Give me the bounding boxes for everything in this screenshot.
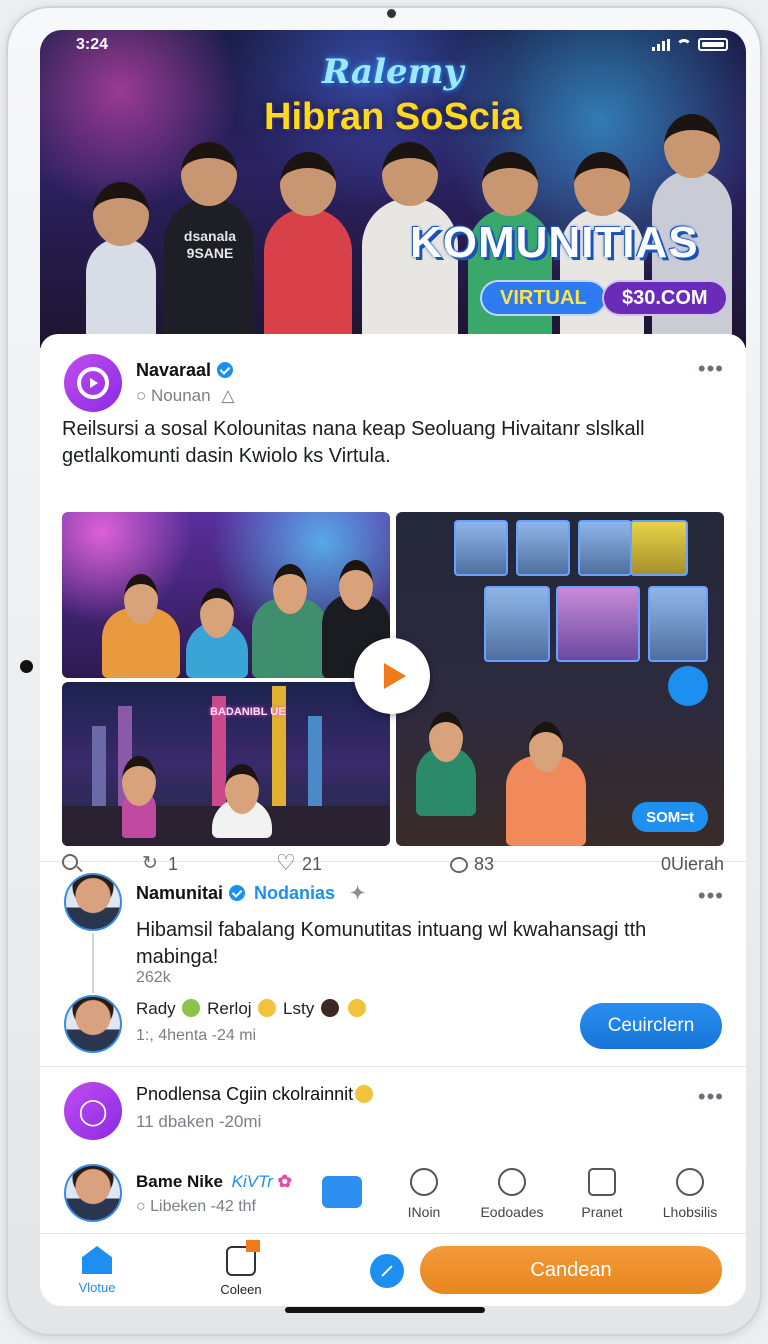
post-author[interactable]: Navaraal — [136, 360, 234, 381]
reaction-name: Lsty — [283, 999, 315, 1018]
edit-icon[interactable] — [370, 1254, 404, 1288]
emoji-icon — [355, 1085, 374, 1103]
post-author-name: Navaraal — [136, 360, 212, 380]
virtual-pill[interactable]: VIRTUAL — [480, 280, 607, 316]
reaction-names[interactable]: Rady Rerloj Lsty — [136, 999, 368, 1019]
flower-icon: ✿ — [277, 1172, 292, 1191]
post-author[interactable]: Namunitai Nodanias ✦ — [136, 883, 365, 904]
person-icon — [498, 1168, 526, 1196]
home-icon — [82, 1246, 112, 1274]
more-options-icon[interactable]: ••• — [698, 883, 724, 909]
tab-home[interactable]: Vlotue — [72, 1246, 122, 1295]
post-title[interactable]: Pnodlensa Cgiin ckolrainnit — [136, 1084, 375, 1105]
profile-meta: ○ Libeken -42 thf — [136, 1198, 256, 1215]
media-grid[interactable]: BADANIBL UE SOM=t — [62, 512, 724, 846]
quick-item-people[interactable]: Eodoades — [472, 1168, 552, 1220]
bell-icon: △ — [221, 386, 235, 405]
verified-icon — [217, 362, 234, 378]
status-icons — [652, 38, 728, 51]
emoji-icon — [320, 999, 339, 1017]
side-sensor — [20, 660, 33, 673]
author-avatar[interactable] — [64, 873, 122, 931]
front-camera — [387, 9, 396, 18]
reply-avatar[interactable] — [64, 995, 122, 1053]
quick-item-join[interactable]: INoin — [384, 1168, 464, 1220]
follow-button[interactable]: Ceuirclern — [580, 1003, 722, 1049]
status-time: 3:24 — [76, 36, 109, 53]
media-tile-city[interactable]: BADANIBL UE — [62, 682, 390, 846]
post-count: 262k — [136, 969, 171, 986]
reaction-name: Rady — [136, 999, 176, 1018]
app-screen: 3:24 Ralemy Hibran SoScia dsanala 9SANE — [40, 30, 746, 1306]
city-sign: BADANIBL UE — [210, 706, 286, 718]
post-author-name: Namunitai — [136, 883, 224, 903]
signal-icon — [652, 38, 670, 51]
play-circle-icon — [77, 367, 109, 399]
profile-name[interactable]: Bame Nike KiVTr ✿ — [136, 1172, 292, 1192]
author-avatar[interactable]: ◯ — [64, 1082, 122, 1140]
hero-title: Hibran SoScia — [264, 96, 522, 138]
profile-avatar[interactable] — [64, 1164, 122, 1222]
emoji-icon — [258, 999, 277, 1017]
post-handle: ○ Nounan △ — [136, 386, 234, 406]
hero-brand: Ralemy — [322, 52, 464, 92]
post-body: Reilsursi a sosal Kolounitas nana keap S… — [62, 418, 645, 467]
quick-item-hobbies[interactable]: Lhobsilis — [650, 1168, 730, 1220]
hero-banner[interactable]: 3:24 Ralemy Hibran SoScia dsanala 9SANE — [40, 30, 746, 348]
user-icon: ◯ — [78, 1095, 108, 1126]
cta-button[interactable]: Candean — [420, 1246, 722, 1294]
price-pill[interactable]: $30.COM — [602, 280, 728, 316]
media-tile-party[interactable] — [62, 512, 390, 678]
clock-icon: ○ — [136, 1198, 146, 1215]
hero-headline: KOMUNITIAS — [410, 218, 699, 267]
chat-icon[interactable] — [322, 1176, 362, 1208]
post-handle-text: Nounan — [151, 386, 211, 405]
profile-icon — [676, 1168, 704, 1196]
post-meta: 11 dbaken -20mi — [136, 1112, 262, 1131]
wifi-icon — [676, 38, 692, 51]
quick-item-planet[interactable]: Pranet — [562, 1168, 642, 1220]
battery-icon — [698, 38, 728, 51]
gallery-icon — [588, 1168, 616, 1196]
bottom-tab-bar: Vlotue Coleen Candean — [40, 1234, 746, 1306]
media-tile-stream[interactable]: SOM=t — [396, 512, 724, 846]
globe-icon: ○ — [136, 386, 147, 405]
hero-person — [86, 182, 156, 348]
chat-bubble-icon[interactable] — [668, 666, 708, 706]
post-tag: Nodanias — [254, 883, 336, 903]
live-chip[interactable]: SOM=t — [632, 802, 708, 832]
post-body: Hibamsil fabalang Komunutitas intuang wl… — [136, 919, 647, 968]
reaction-name: Rerloj — [207, 999, 252, 1018]
more-options-icon[interactable]: ••• — [698, 1084, 724, 1110]
post-card: Navaraal ○ Nounan △ ••• Reilsursi a sosa… — [40, 334, 746, 876]
hero-person: dsanala 9SANE — [164, 142, 254, 348]
device-frame: 3:24 Ralemy Hibran SoScia dsanala 9SANE — [6, 6, 762, 1336]
reply-meta: 1:, 4henta -24 mi — [136, 1027, 257, 1044]
author-avatar[interactable] — [64, 354, 122, 412]
tab-collection[interactable]: Coleen — [216, 1240, 266, 1297]
hero-person — [264, 152, 352, 348]
quick-actions-row: Bame Nike KiVTr ✿ ○ Libeken -42 thf INoi… — [40, 1152, 746, 1234]
post-card: ◯ Pnodlensa Cgiin ckolrainnit 11 dbaken … — [40, 1068, 746, 1154]
verified-icon — [229, 885, 246, 901]
post-card: Namunitai Nodanias ✦ ••• Hibamsil fabala… — [40, 863, 746, 1067]
emoji-icon — [182, 999, 201, 1017]
profile-tag: KiVTr — [231, 1172, 273, 1191]
home-indicator[interactable] — [285, 1307, 485, 1313]
smile-icon — [410, 1168, 438, 1196]
thread-line — [92, 933, 94, 993]
collection-icon — [226, 1240, 260, 1276]
hero-shirt-text: dsanala 9SANE — [183, 228, 237, 261]
play-icon[interactable] — [354, 638, 430, 714]
more-options-icon[interactable]: ••• — [698, 356, 724, 382]
settings-icon: ✦ — [350, 883, 366, 903]
emoji-icon — [347, 999, 366, 1017]
